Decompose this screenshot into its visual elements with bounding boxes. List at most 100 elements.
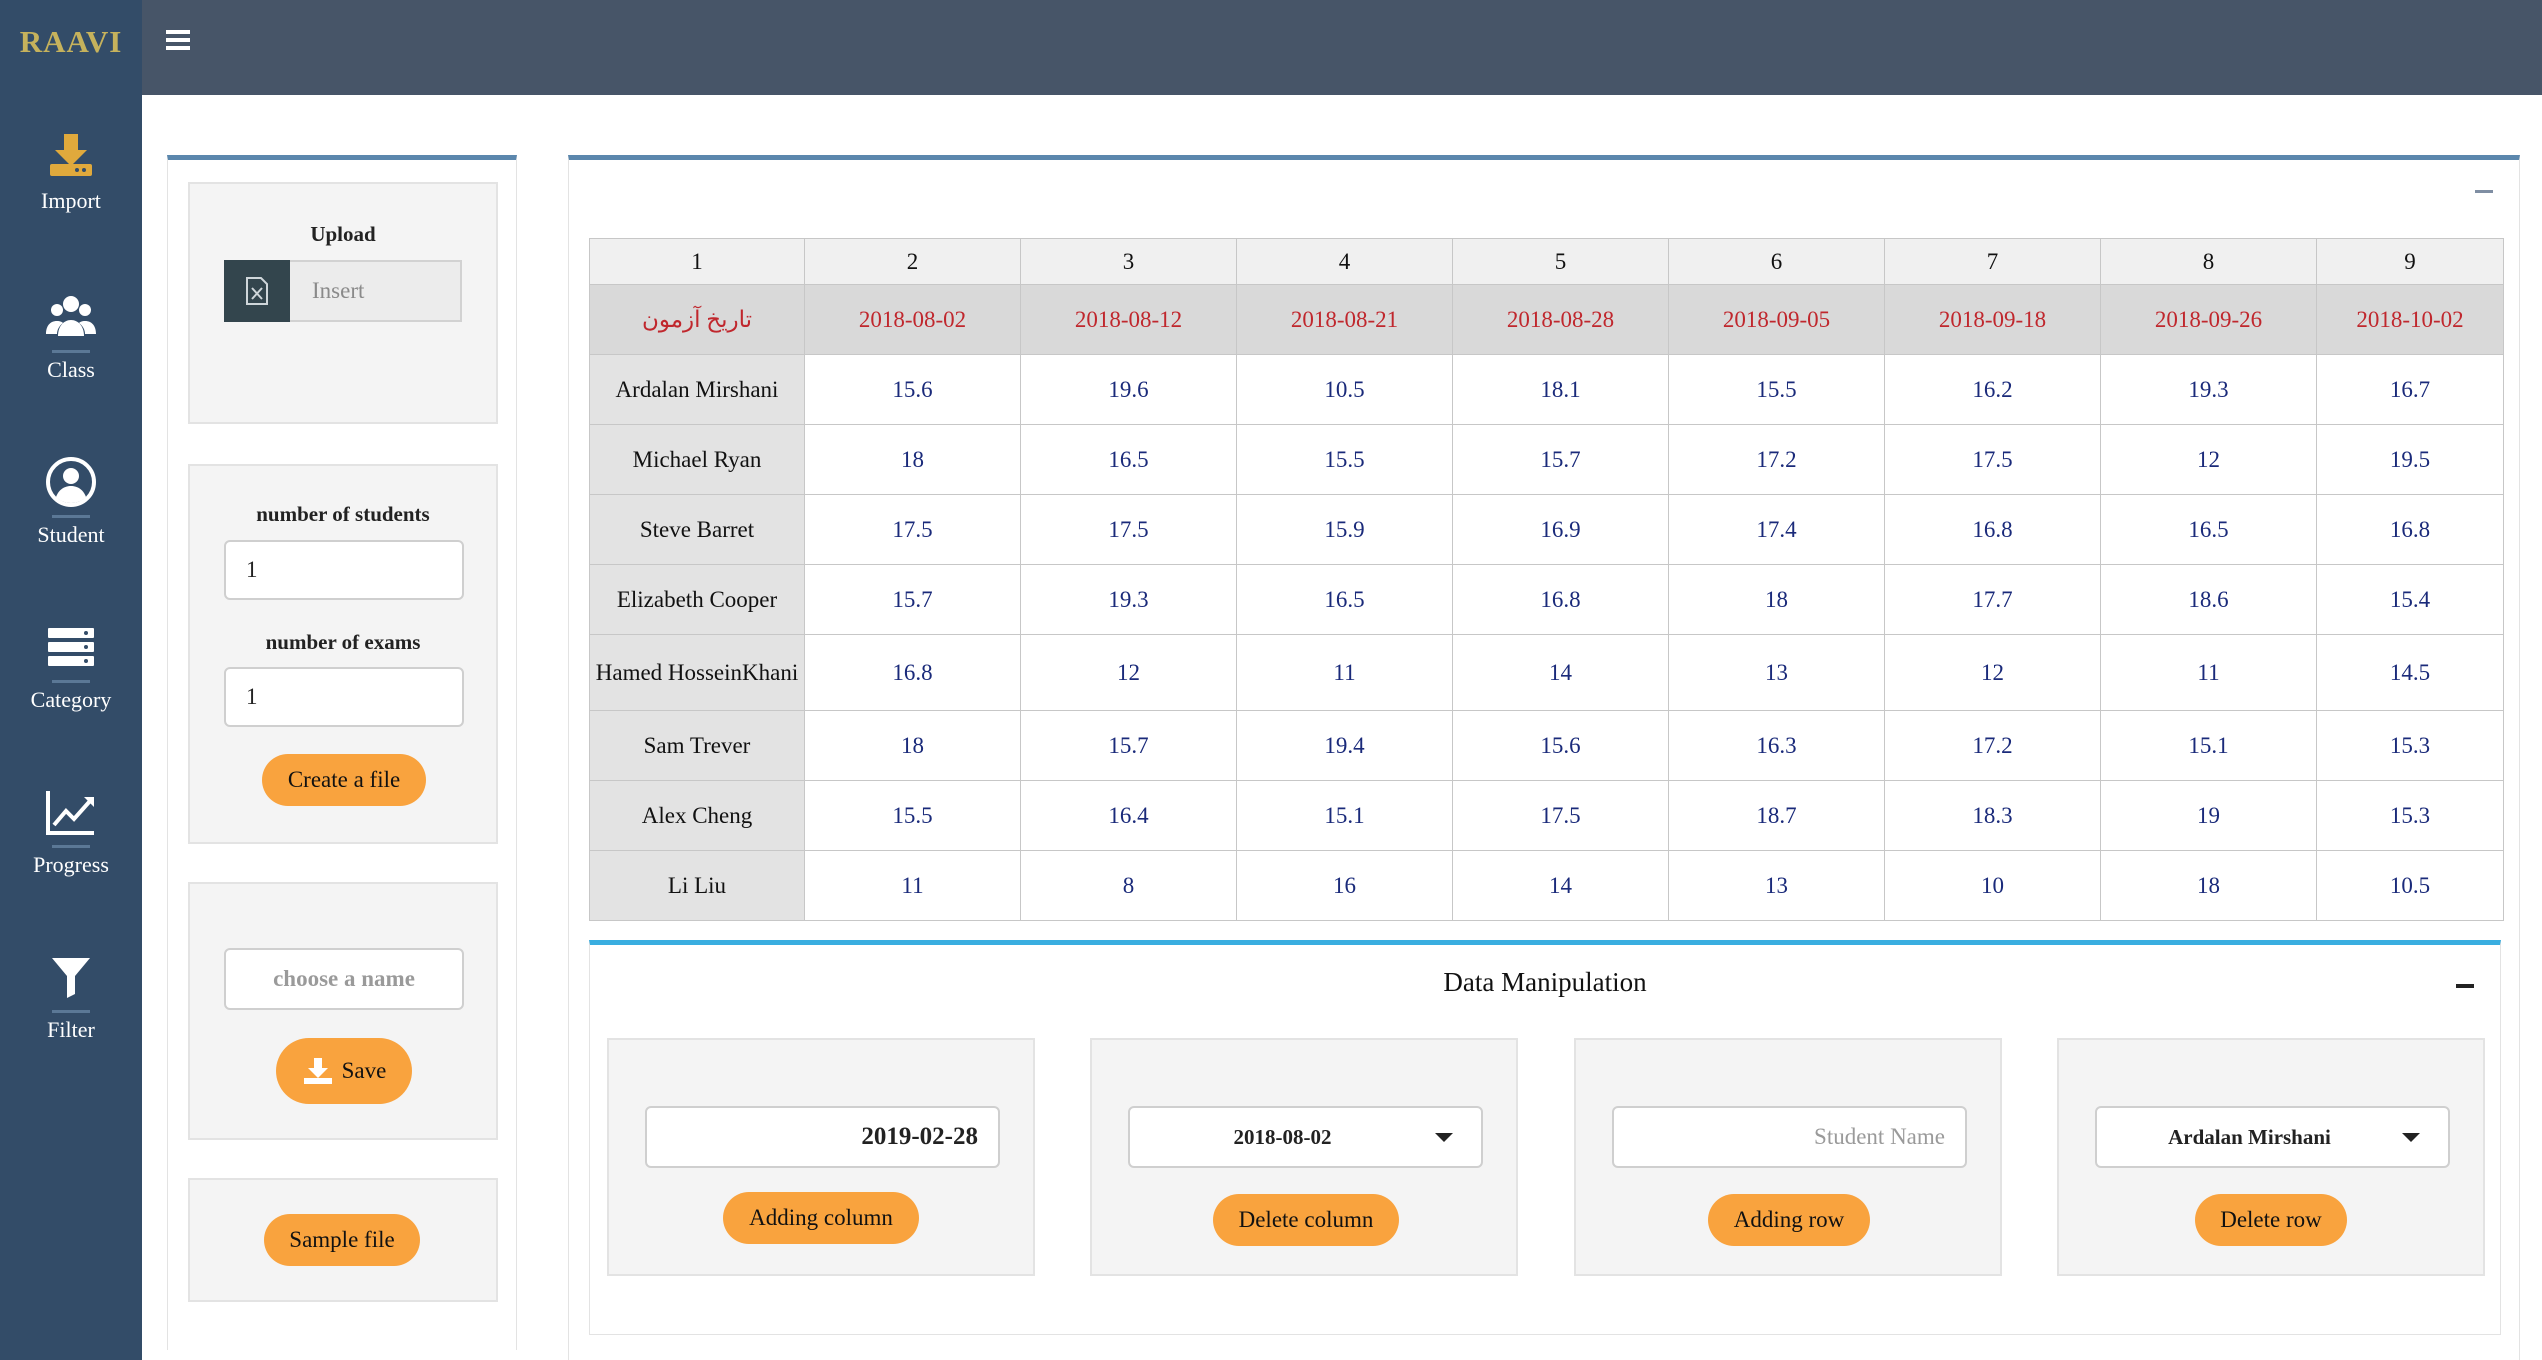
grade-cell[interactable]: 16.4 — [1020, 780, 1237, 851]
grade-cell[interactable]: 17.2 — [1884, 710, 2101, 781]
insert-button[interactable]: Insert — [290, 260, 462, 322]
column-number[interactable]: 4 — [1236, 238, 1453, 285]
grade-cell[interactable]: 16.9 — [1452, 494, 1669, 565]
grade-cell[interactable]: 16.5 — [1020, 424, 1237, 495]
grade-cell[interactable]: 18.6 — [2100, 564, 2317, 635]
grade-cell[interactable]: 15.3 — [2316, 710, 2504, 781]
exam-date[interactable]: 2018-08-28 — [1452, 284, 1669, 355]
student-name[interactable]: Steve Barret — [589, 494, 805, 565]
delete-column-select[interactable]: 2018-08-02 — [1128, 1106, 1483, 1168]
grade-cell[interactable]: 12 — [1884, 634, 2101, 711]
grade-cell[interactable]: 18 — [1668, 564, 1885, 635]
column-number[interactable]: 1 — [589, 238, 805, 285]
student-name[interactable]: Elizabeth Cooper — [589, 564, 805, 635]
student-name[interactable]: Ardalan Mirshani — [589, 354, 805, 425]
grade-cell[interactable]: 19.3 — [2100, 354, 2317, 425]
sidebar-item-filter[interactable]: Filter — [0, 950, 142, 1070]
grade-cell[interactable]: 15.7 — [1020, 710, 1237, 781]
grade-cell[interactable]: 12 — [1020, 634, 1237, 711]
sidebar-item-class[interactable]: Class — [0, 290, 142, 410]
create-file-button[interactable]: Create a file — [262, 754, 426, 806]
collapse-icon[interactable] — [2475, 190, 2493, 193]
grade-cell[interactable]: 18 — [804, 424, 1021, 495]
grade-cell[interactable]: 12 — [2100, 424, 2317, 495]
column-number[interactable]: 7 — [1884, 238, 2101, 285]
grade-cell[interactable]: 10.5 — [1236, 354, 1453, 425]
grade-cell[interactable]: 16.3 — [1668, 710, 1885, 781]
exam-date[interactable]: 2018-09-05 — [1668, 284, 1885, 355]
grade-cell[interactable]: 11 — [804, 850, 1021, 921]
grade-cell[interactable]: 18.7 — [1668, 780, 1885, 851]
brand-logo[interactable]: RAAVI — [0, 0, 142, 83]
grade-cell[interactable]: 17.5 — [1452, 780, 1669, 851]
grade-cell[interactable]: 15.5 — [1668, 354, 1885, 425]
grade-cell[interactable]: 17.7 — [1884, 564, 2101, 635]
grade-cell[interactable]: 17.2 — [1668, 424, 1885, 495]
grade-cell[interactable]: 10.5 — [2316, 850, 2504, 921]
grade-cell[interactable]: 19.4 — [1236, 710, 1453, 781]
column-number[interactable]: 9 — [2316, 238, 2504, 285]
grade-cell[interactable]: 8 — [1020, 850, 1237, 921]
grade-cell[interactable]: 13 — [1668, 634, 1885, 711]
delete-row-select[interactable]: Ardalan Mirshani — [2095, 1106, 2450, 1168]
column-number[interactable]: 3 — [1020, 238, 1237, 285]
exam-date[interactable]: 2018-10-02 — [2316, 284, 2504, 355]
sidebar-item-category[interactable]: Category — [0, 620, 142, 740]
grade-cell[interactable]: 19.3 — [1020, 564, 1237, 635]
students-input[interactable]: 1 — [224, 540, 464, 600]
grade-cell[interactable]: 15.7 — [1452, 424, 1669, 495]
grade-cell[interactable]: 17.5 — [1884, 424, 2101, 495]
exam-date[interactable]: 2018-09-18 — [1884, 284, 2101, 355]
grade-cell[interactable]: 17.5 — [804, 494, 1021, 565]
grade-cell[interactable]: 18.1 — [1452, 354, 1669, 425]
sidebar-item-student[interactable]: Student — [0, 455, 142, 575]
column-number[interactable]: 6 — [1668, 238, 1885, 285]
student-name[interactable]: Alex Cheng — [589, 780, 805, 851]
delete-row-button[interactable]: Delete row — [2195, 1194, 2347, 1246]
grade-cell[interactable]: 16.2 — [1884, 354, 2101, 425]
upload-control[interactable]: Insert — [224, 260, 462, 322]
grade-cell[interactable]: 16.8 — [2316, 494, 2504, 565]
grade-cell[interactable]: 15.1 — [2100, 710, 2317, 781]
delete-column-button[interactable]: Delete column — [1213, 1194, 1399, 1246]
column-number[interactable]: 8 — [2100, 238, 2317, 285]
grade-cell[interactable]: 17.4 — [1668, 494, 1885, 565]
grade-cell[interactable]: 15.4 — [2316, 564, 2504, 635]
grade-cell[interactable]: 16.7 — [2316, 354, 2504, 425]
grade-cell[interactable]: 15.6 — [1452, 710, 1669, 781]
sidebar-item-import[interactable]: Import — [0, 128, 142, 248]
grade-cell[interactable]: 11 — [1236, 634, 1453, 711]
student-name[interactable]: Michael Ryan — [589, 424, 805, 495]
grade-cell[interactable]: 19.5 — [2316, 424, 2504, 495]
grade-cell[interactable]: 17.5 — [1020, 494, 1237, 565]
grade-cell[interactable]: 14 — [1452, 850, 1669, 921]
exam-date[interactable]: 2018-08-12 — [1020, 284, 1237, 355]
student-name[interactable]: Sam Trever — [589, 710, 805, 781]
grade-cell[interactable]: 19.6 — [1020, 354, 1237, 425]
sidebar-item-progress[interactable]: Progress — [0, 785, 142, 905]
grade-cell[interactable]: 15.9 — [1236, 494, 1453, 565]
grade-cell[interactable]: 15.5 — [804, 780, 1021, 851]
grade-cell[interactable]: 15.5 — [1236, 424, 1453, 495]
grade-cell[interactable]: 14.5 — [2316, 634, 2504, 711]
column-number[interactable]: 5 — [1452, 238, 1669, 285]
file-name-input[interactable]: choose a name — [224, 948, 464, 1010]
grade-cell[interactable]: 15.7 — [804, 564, 1021, 635]
grade-cell[interactable]: 16.5 — [2100, 494, 2317, 565]
grade-cell[interactable]: 10 — [1884, 850, 2101, 921]
collapse-icon[interactable] — [2456, 984, 2474, 988]
grade-cell[interactable]: 19 — [2100, 780, 2317, 851]
grade-cell[interactable]: 15.3 — [2316, 780, 2504, 851]
exams-input[interactable]: 1 — [224, 667, 464, 727]
grade-cell[interactable]: 16.8 — [804, 634, 1021, 711]
grade-cell[interactable]: 16.5 — [1236, 564, 1453, 635]
save-button[interactable]: Save — [276, 1038, 412, 1104]
student-name[interactable]: Hamed HosseinKhani — [589, 634, 805, 711]
exam-date[interactable]: 2018-09-26 — [2100, 284, 2317, 355]
grade-cell[interactable]: 11 — [2100, 634, 2317, 711]
grade-cell[interactable]: 18 — [804, 710, 1021, 781]
grade-cell[interactable]: 14 — [1452, 634, 1669, 711]
student-name[interactable]: Li Liu — [589, 850, 805, 921]
grade-cell[interactable]: 16 — [1236, 850, 1453, 921]
exam-date[interactable]: 2018-08-21 — [1236, 284, 1453, 355]
